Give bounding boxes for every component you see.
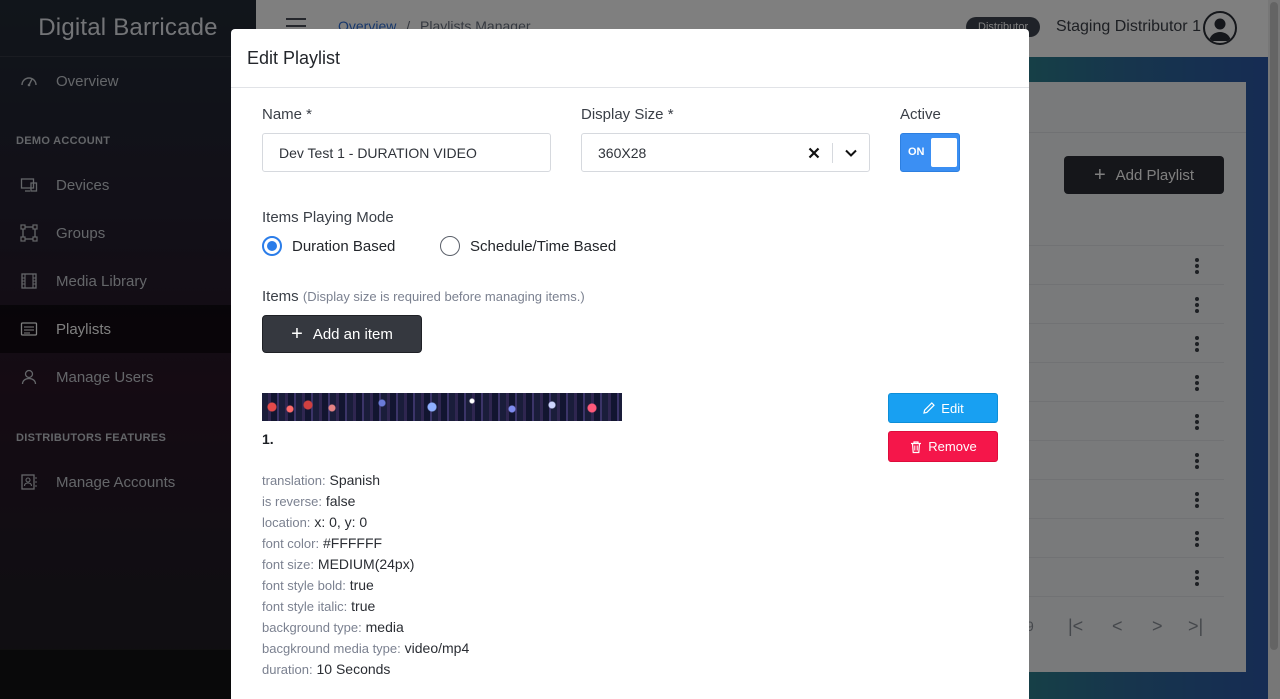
name-label: Name * — [262, 106, 313, 123]
item-property: translation: Spanish — [262, 472, 381, 488]
remove-item-button[interactable]: Remove — [888, 431, 998, 462]
schedule-time-based-label[interactable]: Schedule/Time Based — [470, 238, 616, 255]
trash-icon — [909, 440, 923, 454]
add-item-label: Add an item — [312, 325, 393, 343]
clear-selection-icon[interactable] — [808, 143, 820, 164]
item-index: 1. — [262, 431, 274, 447]
item-property: bacgkround media type: video/mp4 — [262, 640, 470, 656]
schedule-time-based-radio[interactable] — [440, 236, 460, 256]
modal-title: Edit Playlist — [247, 47, 341, 68]
items-hint: (Display size is required before managin… — [302, 289, 585, 304]
display-size-label: Display Size * — [581, 106, 674, 123]
chevron-down-icon[interactable] — [844, 146, 858, 160]
toggle-on-text: ON — [908, 146, 925, 158]
duration-based-radio[interactable] — [262, 236, 282, 256]
display-size-value: 360X28 — [598, 144, 647, 161]
media-thumbnail — [262, 393, 622, 421]
name-input[interactable]: Dev Test 1 - DURATION VIDEO — [262, 133, 551, 172]
plus-icon: + — [291, 322, 303, 345]
display-size-select[interactable]: 360X28 — [581, 133, 870, 172]
item-property: is reverse: false — [262, 493, 356, 509]
item-property: duration: 10 Seconds — [262, 661, 391, 677]
toggle-knob — [931, 138, 957, 167]
remove-item-label: Remove — [928, 439, 977, 454]
item-property: font size: MEDIUM(24px) — [262, 556, 415, 572]
modal-header: Edit Playlist — [231, 29, 1029, 88]
items-playing-mode-label: Items Playing Mode — [262, 209, 394, 226]
duration-based-label[interactable]: Duration Based — [292, 238, 395, 255]
edit-playlist-modal: Edit Playlist Name * Dev Test 1 - DURATI… — [231, 29, 1029, 699]
item-property: background type: media — [262, 619, 404, 635]
add-item-button[interactable]: + Add an item — [262, 315, 422, 353]
name-input-value: Dev Test 1 - DURATION VIDEO — [279, 144, 477, 161]
edit-item-label: Edit — [941, 400, 964, 416]
item-property: location: x: 0, y: 0 — [262, 514, 368, 530]
item-property: font style bold: true — [262, 577, 374, 593]
items-label-row: Items (Display size is required before m… — [262, 288, 585, 305]
item-property: font style italic: true — [262, 598, 376, 614]
pencil-icon — [922, 401, 936, 415]
active-toggle[interactable]: ON — [900, 133, 960, 172]
edit-item-button[interactable]: Edit — [888, 393, 998, 423]
select-separator — [832, 143, 833, 163]
items-label: Items — [262, 288, 299, 305]
active-label: Active — [900, 106, 941, 123]
item-property: font color: #FFFFFF — [262, 535, 383, 551]
